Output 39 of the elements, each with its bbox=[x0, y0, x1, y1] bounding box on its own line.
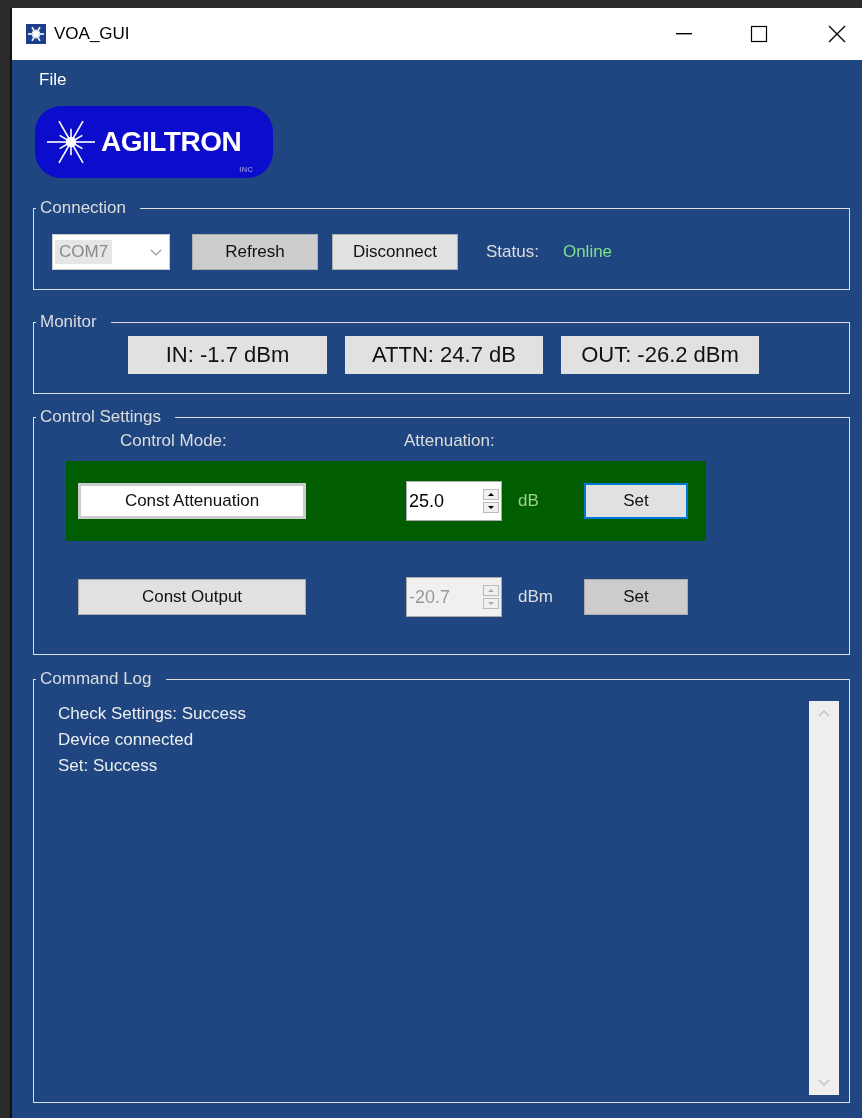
set-button[interactable]: Set bbox=[584, 579, 688, 615]
group-title: Connection bbox=[39, 198, 127, 218]
spin-up-icon bbox=[483, 489, 499, 500]
caret-icon bbox=[149, 247, 163, 257]
scrollbar[interactable] bbox=[809, 701, 839, 1095]
log-line: Check Settings: Success bbox=[58, 703, 248, 725]
spin-down-icon bbox=[483, 598, 499, 609]
spin-up-icon bbox=[483, 585, 499, 596]
window-title: VOA_GUI bbox=[54, 24, 130, 44]
maximize-icon bbox=[748, 24, 770, 44]
scroll-down-icon bbox=[817, 1077, 831, 1087]
number-spinbox[interactable]: 25.0 bbox=[406, 481, 502, 521]
readout: IN: -1.7 dBm bbox=[128, 336, 327, 374]
minimize-icon bbox=[676, 33, 692, 35]
group-title: Monitor bbox=[39, 312, 98, 332]
mode-button[interactable]: Const Output bbox=[78, 579, 306, 615]
app-icon bbox=[26, 24, 46, 44]
readout: OUT: -26.2 dBm bbox=[561, 336, 759, 374]
connection-button[interactable]: Disconnect bbox=[332, 234, 458, 270]
group-title: Control Settings bbox=[39, 407, 162, 427]
close-icon bbox=[826, 24, 848, 44]
log-line: Set: Success bbox=[58, 755, 159, 777]
spin-down-icon bbox=[483, 502, 499, 513]
set-button[interactable]: Set bbox=[584, 483, 688, 519]
readout: ATTN: 24.7 dB bbox=[345, 336, 543, 374]
logo-suffix: INC bbox=[239, 165, 253, 174]
unit-label: dBm bbox=[518, 587, 554, 607]
log-line: Device connected bbox=[58, 729, 195, 751]
logo-text: AGILTRON bbox=[101, 126, 242, 158]
unit-label: dB bbox=[518, 491, 540, 511]
connection-button[interactable]: Refresh bbox=[192, 234, 318, 270]
group-title: Command Log bbox=[39, 669, 153, 689]
column-label: Control Mode: bbox=[120, 431, 228, 451]
menu-item[interactable]: File bbox=[39, 70, 67, 90]
mode-button[interactable]: Const Attenuation bbox=[78, 483, 306, 519]
status-label: Status: bbox=[486, 242, 539, 262]
status-value: Online bbox=[562, 242, 613, 262]
scroll-up-icon bbox=[817, 709, 831, 719]
column-label: Attenuation: bbox=[404, 431, 495, 451]
